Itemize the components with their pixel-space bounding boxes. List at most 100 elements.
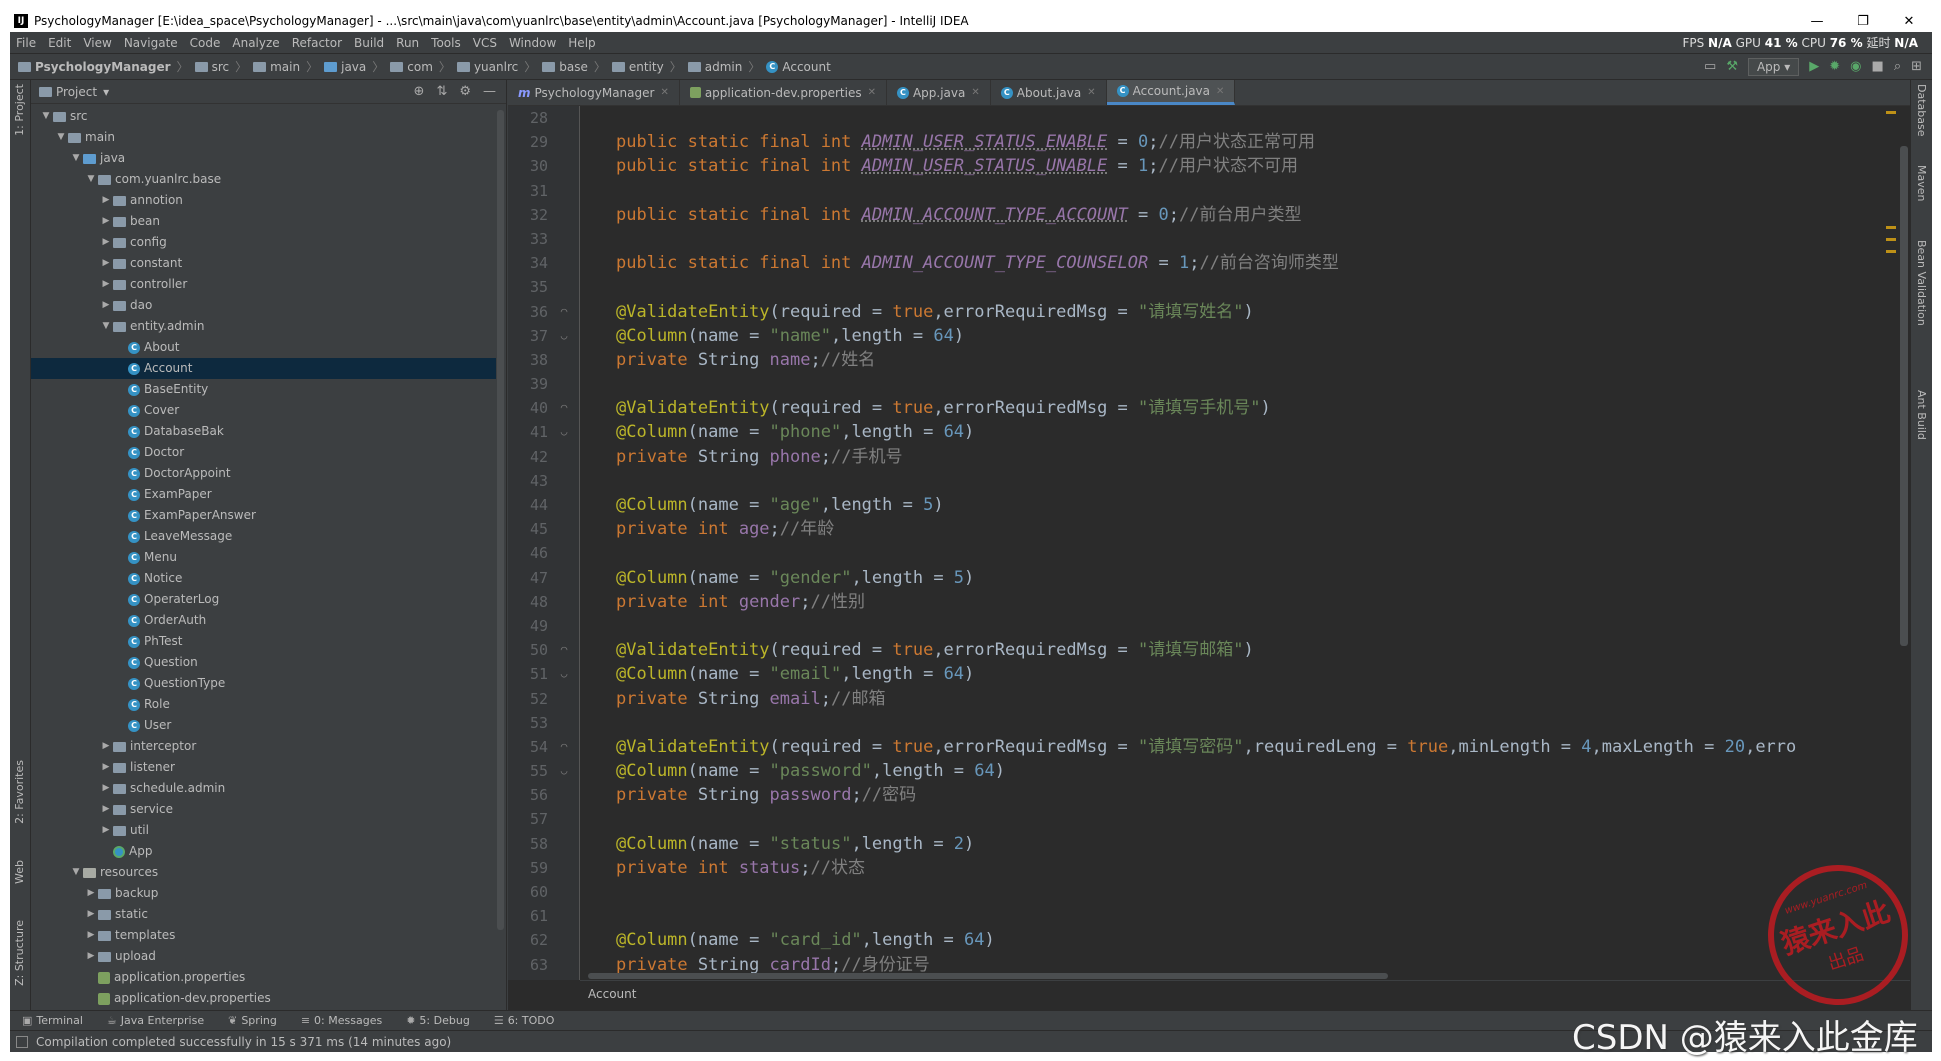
tree-item[interactable]: ▼ resources <box>31 862 496 883</box>
menu-refactor[interactable]: Refactor <box>286 36 348 50</box>
tree-item[interactable]: ▶ util <box>31 820 496 841</box>
collapsed-arrow-icon[interactable]: ▶ <box>99 190 113 211</box>
breadcrumb-main[interactable]: main 〉 <box>253 58 324 75</box>
collapsed-arrow-icon[interactable]: ▶ <box>99 757 113 778</box>
tree-item[interactable]: C PhTest <box>31 631 496 652</box>
tree-item[interactable]: application-dev.properties <box>31 988 496 1009</box>
java-enterprise-tool-tab[interactable]: ☕ Java Enterprise <box>95 1014 216 1027</box>
editor-tab[interactable]: C App.java ✕ <box>887 80 991 105</box>
tree-item[interactable]: ▶ service <box>31 799 496 820</box>
tree-item[interactable]: C DatabaseBak <box>31 421 496 442</box>
close-tab-icon[interactable]: ✕ <box>868 87 876 98</box>
fold-marker-icon[interactable]: ◠ <box>548 396 580 420</box>
collapsed-arrow-icon[interactable]: ▶ <box>84 904 98 925</box>
vcs-icon[interactable]: ⊞ <box>1911 59 1922 74</box>
structure-tool-tab[interactable]: Z: Structure <box>13 920 26 986</box>
tree-item[interactable]: C ExamPaper <box>31 484 496 505</box>
tree-item[interactable]: ▼ main <box>31 127 496 148</box>
tree-item[interactable]: ▶ listener <box>31 757 496 778</box>
editor-tab[interactable]: C About.java ✕ <box>991 80 1107 105</box>
tree-item[interactable]: ▶ config <box>31 232 496 253</box>
collapsed-arrow-icon[interactable]: ▶ <box>99 778 113 799</box>
tree-item[interactable]: ▶ annotion <box>31 190 496 211</box>
collapsed-arrow-icon[interactable]: ▶ <box>84 883 98 904</box>
tree-item[interactable]: C Role <box>31 694 496 715</box>
database-tool-tab[interactable]: Database <box>1915 84 1928 137</box>
fold-marker-icon[interactable]: ◡ <box>548 420 580 444</box>
bean-validation-tool-tab[interactable]: Bean Validation <box>1915 240 1928 326</box>
breadcrumb-yuanlrc[interactable]: yuanlrc 〉 <box>456 58 542 75</box>
expanded-arrow-icon[interactable]: ▼ <box>69 148 83 169</box>
editor-tab[interactable]: application-dev.properties ✕ <box>680 80 887 105</box>
minimize-button[interactable]: — <box>1794 14 1840 29</box>
breadcrumb-src[interactable]: src 〉 <box>194 58 254 75</box>
ant-build-tool-tab[interactable]: Ant Build <box>1915 390 1928 440</box>
menu-window[interactable]: Window <box>503 36 562 50</box>
tree-item[interactable]: ▶ controller <box>31 274 496 295</box>
expanded-arrow-icon[interactable]: ▼ <box>54 127 68 148</box>
tree-item[interactable]: C DoctorAppoint <box>31 463 496 484</box>
menu-edit[interactable]: Edit <box>42 36 77 50</box>
fold-marker-icon[interactable]: ◡ <box>548 324 580 348</box>
project-view-select[interactable]: Project <box>56 85 97 99</box>
fold-marker-icon[interactable]: ◠ <box>548 735 580 759</box>
editor-breadcrumb-footer[interactable]: Account <box>580 980 1910 1010</box>
warning-marker[interactable] <box>1886 238 1896 241</box>
collapsed-arrow-icon[interactable]: ▶ <box>99 274 113 295</box>
locate-icon[interactable]: ⊕ <box>414 84 425 99</box>
collapse-all-icon[interactable]: ⇅ <box>436 84 447 99</box>
run-config-select[interactable]: App ▾ <box>1747 57 1800 76</box>
fold-marker-icon[interactable]: ◠ <box>548 300 580 324</box>
tree-item[interactable]: ▶ upload <box>31 946 496 967</box>
debug-icon[interactable]: ✹ <box>1829 59 1840 74</box>
tree-item[interactable]: C OrderAuth <box>31 610 496 631</box>
search-icon[interactable]: ⌕ <box>1894 59 1901 74</box>
menu-file[interactable]: File <box>10 36 42 50</box>
collapsed-arrow-icon[interactable]: ▶ <box>99 253 113 274</box>
expanded-arrow-icon[interactable]: ▼ <box>84 169 98 190</box>
breadcrumb-account[interactable]: C Account <box>766 60 836 74</box>
menu-run[interactable]: Run <box>390 36 425 50</box>
menu-code[interactable]: Code <box>184 36 227 50</box>
tree-item[interactable]: C QuestionType <box>31 673 496 694</box>
editor-tab[interactable]: m PsychologyManager ✕ <box>508 80 680 105</box>
maximize-button[interactable]: ❐ <box>1840 14 1886 29</box>
fold-marker-icon[interactable]: ◡ <box>548 759 580 783</box>
tree-item[interactable]: C About <box>31 337 496 358</box>
collapsed-arrow-icon[interactable]: ▶ <box>99 736 113 757</box>
settings-gear-icon[interactable]: ⚙ <box>459 84 471 99</box>
breadcrumb-project[interactable]: PsychologyManager 〉 <box>10 58 195 75</box>
warning-marker[interactable] <box>1886 226 1896 229</box>
close-tab-icon[interactable]: ✕ <box>971 87 979 98</box>
tree-item[interactable]: C Notice <box>31 568 496 589</box>
tree-item[interactable]: App <box>31 841 496 862</box>
tree-item[interactable]: C ExamPaperAnswer <box>31 505 496 526</box>
menu-view[interactable]: View <box>77 36 117 50</box>
editor-horizontal-scrollbar[interactable] <box>588 973 1388 979</box>
coverage-icon[interactable]: ◉ <box>1850 59 1861 74</box>
close-tab-icon[interactable]: ✕ <box>1216 86 1224 97</box>
warning-marker[interactable] <box>1886 250 1896 253</box>
tree-item[interactable]: C User <box>31 715 496 736</box>
stop-icon[interactable]: ■ <box>1872 59 1884 74</box>
build-hammer-icon[interactable]: ⚒ <box>1726 59 1738 74</box>
collapsed-arrow-icon[interactable]: ▶ <box>84 925 98 946</box>
tree-item[interactable]: ▶ bean <box>31 211 496 232</box>
breadcrumb-entity[interactable]: entity 〉 <box>611 58 688 75</box>
menu-build[interactable]: Build <box>348 36 390 50</box>
tree-item[interactable]: application.properties <box>31 967 496 988</box>
tree-item[interactable]: ▼ java <box>31 148 496 169</box>
tree-item[interactable]: ▶ static <box>31 904 496 925</box>
collapsed-arrow-icon[interactable]: ▶ <box>99 799 113 820</box>
breadcrumb-com[interactable]: com 〉 <box>390 58 457 75</box>
expanded-arrow-icon[interactable]: ▼ <box>99 316 113 337</box>
tree-item[interactable]: ▶ schedule.admin <box>31 778 496 799</box>
tree-item[interactable]: C Question <box>31 652 496 673</box>
menu-vcs[interactable]: VCS <box>467 36 503 50</box>
editor-tab[interactable]: C Account.java ✕ <box>1106 80 1236 105</box>
menu-analyze[interactable]: Analyze <box>226 36 285 50</box>
close-tab-icon[interactable]: ✕ <box>1087 87 1095 98</box>
project-tool-tab[interactable]: 1: Project <box>13 84 26 136</box>
collapsed-arrow-icon[interactable]: ▶ <box>99 295 113 316</box>
collapsed-arrow-icon[interactable]: ▶ <box>99 211 113 232</box>
